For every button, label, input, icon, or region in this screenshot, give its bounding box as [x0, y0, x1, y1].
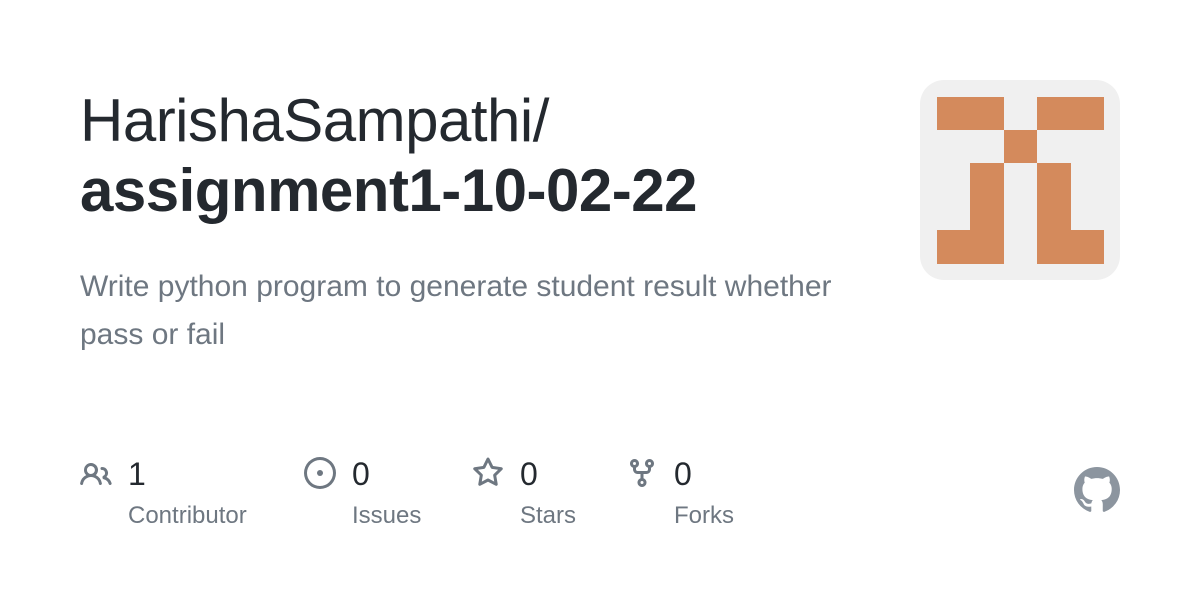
stat-value: 0: [674, 456, 692, 492]
issue-opened-icon: [304, 457, 336, 489]
identicon-icon: [937, 97, 1104, 264]
people-icon: [80, 462, 112, 486]
stat-value: 1: [128, 456, 146, 492]
repo-title: HarishaSampathi/ assignment1-10-02-22: [80, 86, 880, 226]
owner-avatar[interactable]: [920, 80, 1120, 280]
repo-owner[interactable]: HarishaSampathi/: [80, 86, 880, 156]
stat-value: 0: [352, 456, 370, 492]
stat-label: Stars: [520, 502, 577, 529]
github-mark-icon[interactable]: [1074, 467, 1120, 513]
repo-description: Write python program to generate student…: [80, 270, 832, 351]
stat-label: Issues: [352, 502, 422, 529]
repo-forked-icon: [630, 459, 654, 488]
star-icon: [473, 457, 503, 486]
repo-social-card: HarishaSampathi/ assignment1-10-02-22 Wr…: [0, 0, 1200, 600]
stat-label: Contributor: [128, 502, 247, 529]
stat-label: Forks: [674, 502, 734, 529]
stat-value: 0: [520, 456, 538, 492]
repo-name[interactable]: assignment1-10-02-22: [80, 156, 880, 226]
